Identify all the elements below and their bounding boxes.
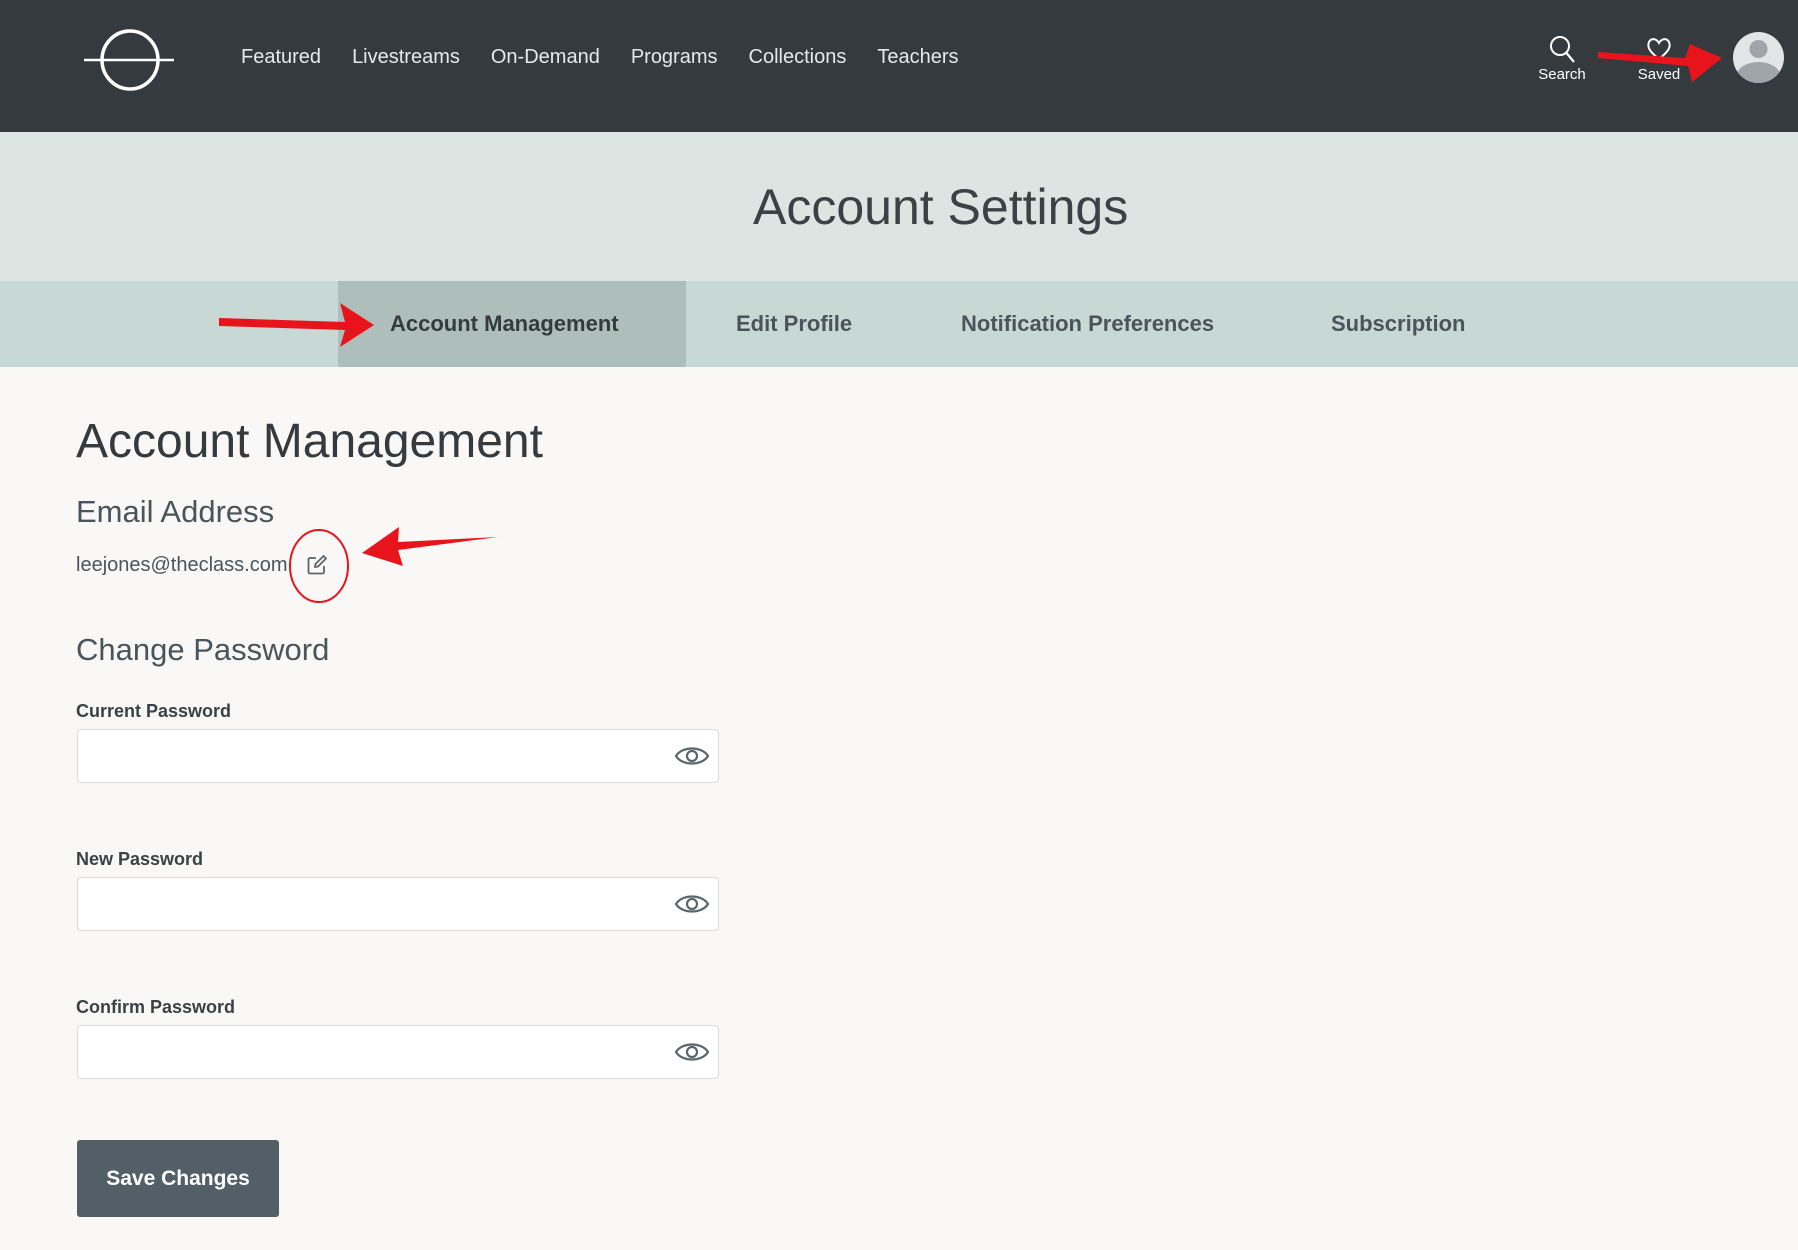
show-password-eye-icon[interactable] [674,1038,710,1066]
tab-subscription[interactable]: Subscription [1331,281,1465,367]
saved-button[interactable]: Saved [1624,34,1694,83]
email-heading: Email Address [76,494,275,529]
saved-label: Saved [1637,66,1681,83]
change-password-heading: Change Password [76,632,330,667]
save-changes-button[interactable]: Save Changes [77,1140,279,1217]
top-nav-bar: Featured Livestreams On-Demand Programs … [0,0,1798,132]
tab-notification-preferences[interactable]: Notification Preferences [961,281,1214,367]
nav-on-demand[interactable]: On-Demand [491,46,600,69]
show-password-eye-icon[interactable] [674,890,710,918]
page-title: Account Settings [753,179,1129,235]
new-password-input[interactable] [78,878,658,930]
new-password-label: New Password [76,849,204,869]
tab-edit-profile[interactable]: Edit Profile [736,281,852,367]
search-button[interactable]: Search [1527,34,1597,83]
settings-tabs: Account Management Edit Profile Notifica… [0,281,1798,367]
confirm-password-field[interactable] [77,1025,719,1079]
current-password-label: Current Password [76,701,232,721]
nav-programs[interactable]: Programs [631,46,718,69]
nav-featured[interactable]: Featured [241,46,321,69]
current-password-field[interactable] [77,729,719,783]
nav-livestreams[interactable]: Livestreams [352,46,460,69]
new-password-field[interactable] [77,877,719,931]
confirm-password-label: Confirm Password [76,997,236,1017]
user-icon [1736,40,1781,83]
avatar[interactable] [1733,32,1784,83]
search-icon [1550,36,1575,63]
section-title: Account Management [76,415,543,468]
nav-collections[interactable]: Collections [749,46,847,69]
logo-icon[interactable] [84,28,174,92]
current-password-input[interactable] [78,730,658,782]
nav-teachers[interactable]: Teachers [877,46,958,69]
confirm-password-input[interactable] [78,1026,658,1078]
show-password-eye-icon[interactable] [674,742,710,770]
tab-account-management[interactable]: Account Management [338,281,686,367]
heart-icon [1647,38,1671,61]
main-nav: Featured Livestreams On-Demand Programs … [241,46,959,69]
edit-email-icon[interactable] [306,554,328,576]
page-hero: Account Settings [0,132,1798,281]
search-label: Search [1538,66,1586,83]
email-value: leejones@theclass.com [76,554,288,576]
